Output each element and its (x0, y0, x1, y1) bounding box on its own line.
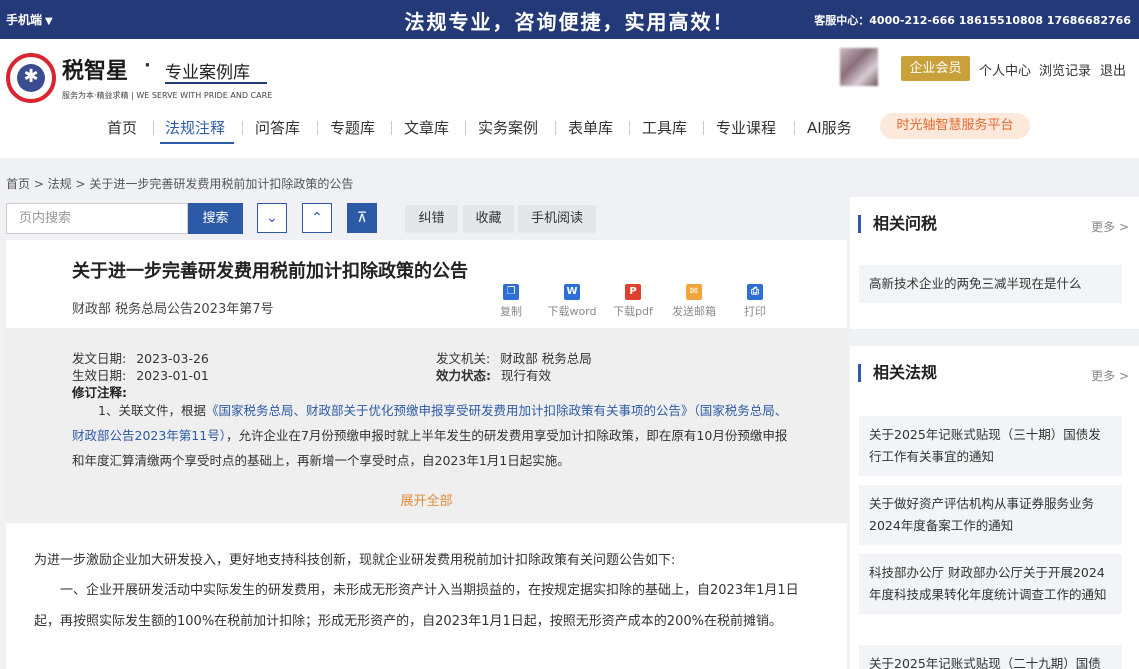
top-bar: 手机端 ▼ 法规专业，咨询便捷，实用高效！ 客服中心：4000-212-666 1… (0, 0, 1139, 39)
related-law-item[interactable]: 关于2025年记账式贴现（二十九期）国债 (859, 645, 1122, 669)
chevron-down-icon[interactable]: ⌄ (257, 203, 287, 233)
nav-item-cases[interactable]: 实务案例 (478, 117, 538, 138)
breadcrumb[interactable]: 首页 > 法规 > 关于进一步完善研发费用税前加计扣除政策的公告 (6, 175, 353, 192)
revision-note-prefix: 1、关联文件，根据 (98, 403, 206, 418)
nav-divider (555, 121, 556, 135)
nav-item-qa[interactable]: 问答库 (255, 117, 300, 138)
print-icon: ⎙ (747, 284, 763, 300)
user-center-link[interactable]: 个人中心 (979, 60, 1031, 79)
related-law-item[interactable]: 关于2025年记账式贴现（三十期）国债发行工作有关事宜的通知 (859, 416, 1122, 476)
status-key: 效力状态: (436, 368, 491, 383)
download-word-label: 下载word (547, 305, 597, 318)
copy-icon: ❐ (503, 284, 519, 300)
article-title: 关于进一步完善研发费用税前加计扣除政策的公告 (72, 261, 468, 282)
body-paragraph: 为进一步激励企业加大研发投入，更好地支持科技创新，现就企业研发费用税前加计扣除政… (34, 553, 676, 568)
nav-item-tools[interactable]: 工具库 (642, 117, 687, 138)
vip-button[interactable]: 企业会员 (901, 56, 970, 81)
expand-all-button[interactable]: 展开全部 (6, 490, 847, 509)
nav-active-indicator (160, 142, 234, 144)
brand-dot: · (144, 55, 151, 76)
nav-divider (242, 121, 243, 135)
related-laws-title: 相关法规 (858, 364, 937, 382)
send-email-label: 发送邮箱 (672, 305, 716, 318)
search-input[interactable]: 页内搜索 (6, 203, 188, 234)
effective-date-value: 2023-01-01 (136, 368, 209, 383)
timeline-platform-button[interactable]: 时光轴智慧服务平台 (880, 113, 1030, 139)
pdf-icon: P (625, 284, 641, 300)
favorite-button[interactable]: 收藏 (463, 205, 514, 233)
related-qa-panel: 相关问税 更多 > 高新技术企业的两免三减半现在是什么 (850, 197, 1139, 329)
print-label: 打印 (744, 305, 766, 318)
related-qa-item[interactable]: 高新技术企业的两免三减半现在是什么 (859, 265, 1122, 303)
brand-subtitle: 专业案例库 (165, 63, 250, 83)
mobile-read-button[interactable]: 手机阅读 (518, 205, 596, 233)
nav-divider (153, 121, 154, 135)
logout-link[interactable]: 退出 (1100, 60, 1126, 79)
nav-divider (317, 121, 318, 135)
copy-button[interactable]: ❐ 复制 (481, 284, 541, 319)
mail-icon: ✉ (686, 284, 702, 300)
hotline: 客服中心：4000-212-666 18615510808 1768668276… (814, 14, 1131, 27)
revision-note: 1、关联文件，根据《国家税务总局、财政部关于优化预缴申报享受研发费用加计扣除政策… (72, 398, 792, 473)
article-header: 关于进一步完善研发费用税前加计扣除政策的公告 财政部 税务总局公告2023年第7… (6, 240, 847, 328)
copy-label: 复制 (500, 305, 522, 318)
related-qa-more-link[interactable]: 更多 > (1091, 218, 1129, 235)
back-to-top-icon[interactable]: ⊼ (347, 203, 377, 233)
article-body: 为进一步激励企业加大研发投入，更好地支持科技创新，现就企业研发费用税前加计扣除政… (6, 523, 847, 669)
download-word-button[interactable]: W 下载word (542, 284, 602, 319)
nav-divider (629, 121, 630, 135)
article-doc-number: 财政部 税务总局公告2023年第7号 (72, 302, 274, 317)
status-value: 现行有效 (501, 368, 552, 383)
related-law-item[interactable]: 关于做好资产评估机构从事证券服务业务2024年度备案工作的通知 (859, 485, 1122, 545)
nav-item-courses[interactable]: 专业课程 (716, 117, 776, 138)
related-laws-panel: 相关法规 更多 > 关于2025年记账式贴现（三十期）国债发行工作有关事宜的通知… (850, 346, 1139, 669)
nav-divider (391, 121, 392, 135)
related-laws-more-link[interactable]: 更多 > (1091, 367, 1129, 384)
nav-item-regulations[interactable]: 法规注释 (165, 117, 225, 138)
header: ✱ 税智星 · 专业案例库 服务为本·精益求精 | WE SERVE WITH … (0, 39, 1139, 158)
search-button[interactable]: 搜索 (188, 203, 243, 234)
nav-item-topics[interactable]: 专题库 (330, 117, 375, 138)
send-email-button[interactable]: ✉ 发送邮箱 (664, 284, 724, 319)
print-button[interactable]: ⎙ 打印 (725, 284, 785, 319)
history-link[interactable]: 浏览记录 (1039, 60, 1091, 79)
report-error-button[interactable]: 纠错 (405, 205, 458, 233)
related-law-item[interactable]: 科技部办公厅 财政部办公厅关于开展2024年度科技成果转化年度统计调查工作的通知 (859, 554, 1122, 614)
logo-icon[interactable]: ✱ (6, 53, 56, 103)
body-paragraph: 一、企业开展研发活动中实际发生的研发费用，未形成无形资产计入当期损益的，在按规定… (34, 583, 799, 629)
nav-item-home[interactable]: 首页 (107, 117, 137, 138)
nav-item-forms[interactable]: 表单库 (568, 117, 613, 138)
download-pdf-label: 下载pdf (613, 305, 653, 318)
brand-underline (165, 82, 267, 84)
word-icon: W (564, 284, 580, 300)
nav-divider (703, 121, 704, 135)
download-pdf-button[interactable]: P 下载pdf (603, 284, 663, 319)
nav-item-ai[interactable]: AI服务 (807, 117, 852, 138)
main-nav: 首页 法规注释 问答库 专题库 文章库 实务案例 表单库 工具库 专业课程 AI… (0, 113, 1139, 144)
related-qa-title: 相关问税 (858, 215, 937, 233)
nav-item-articles[interactable]: 文章库 (404, 117, 449, 138)
chevron-up-icon[interactable]: ⌃ (302, 203, 332, 233)
document-meta: 发文日期: 2023-03-26 生效日期: 2023-01-01 发文机关: 财政部… (6, 328, 847, 523)
brand-tagline: 服务为本·精益求精 | WE SERVE WITH PRIDE AND CARE (62, 91, 273, 100)
issue-date-value: 2023-03-26 (136, 351, 209, 366)
avatar[interactable] (840, 48, 878, 86)
nav-divider (794, 121, 795, 135)
status-row: 效力状态: 现行有效 (436, 365, 551, 384)
nav-divider (465, 121, 466, 135)
brand-name: 税智星 (62, 58, 129, 84)
